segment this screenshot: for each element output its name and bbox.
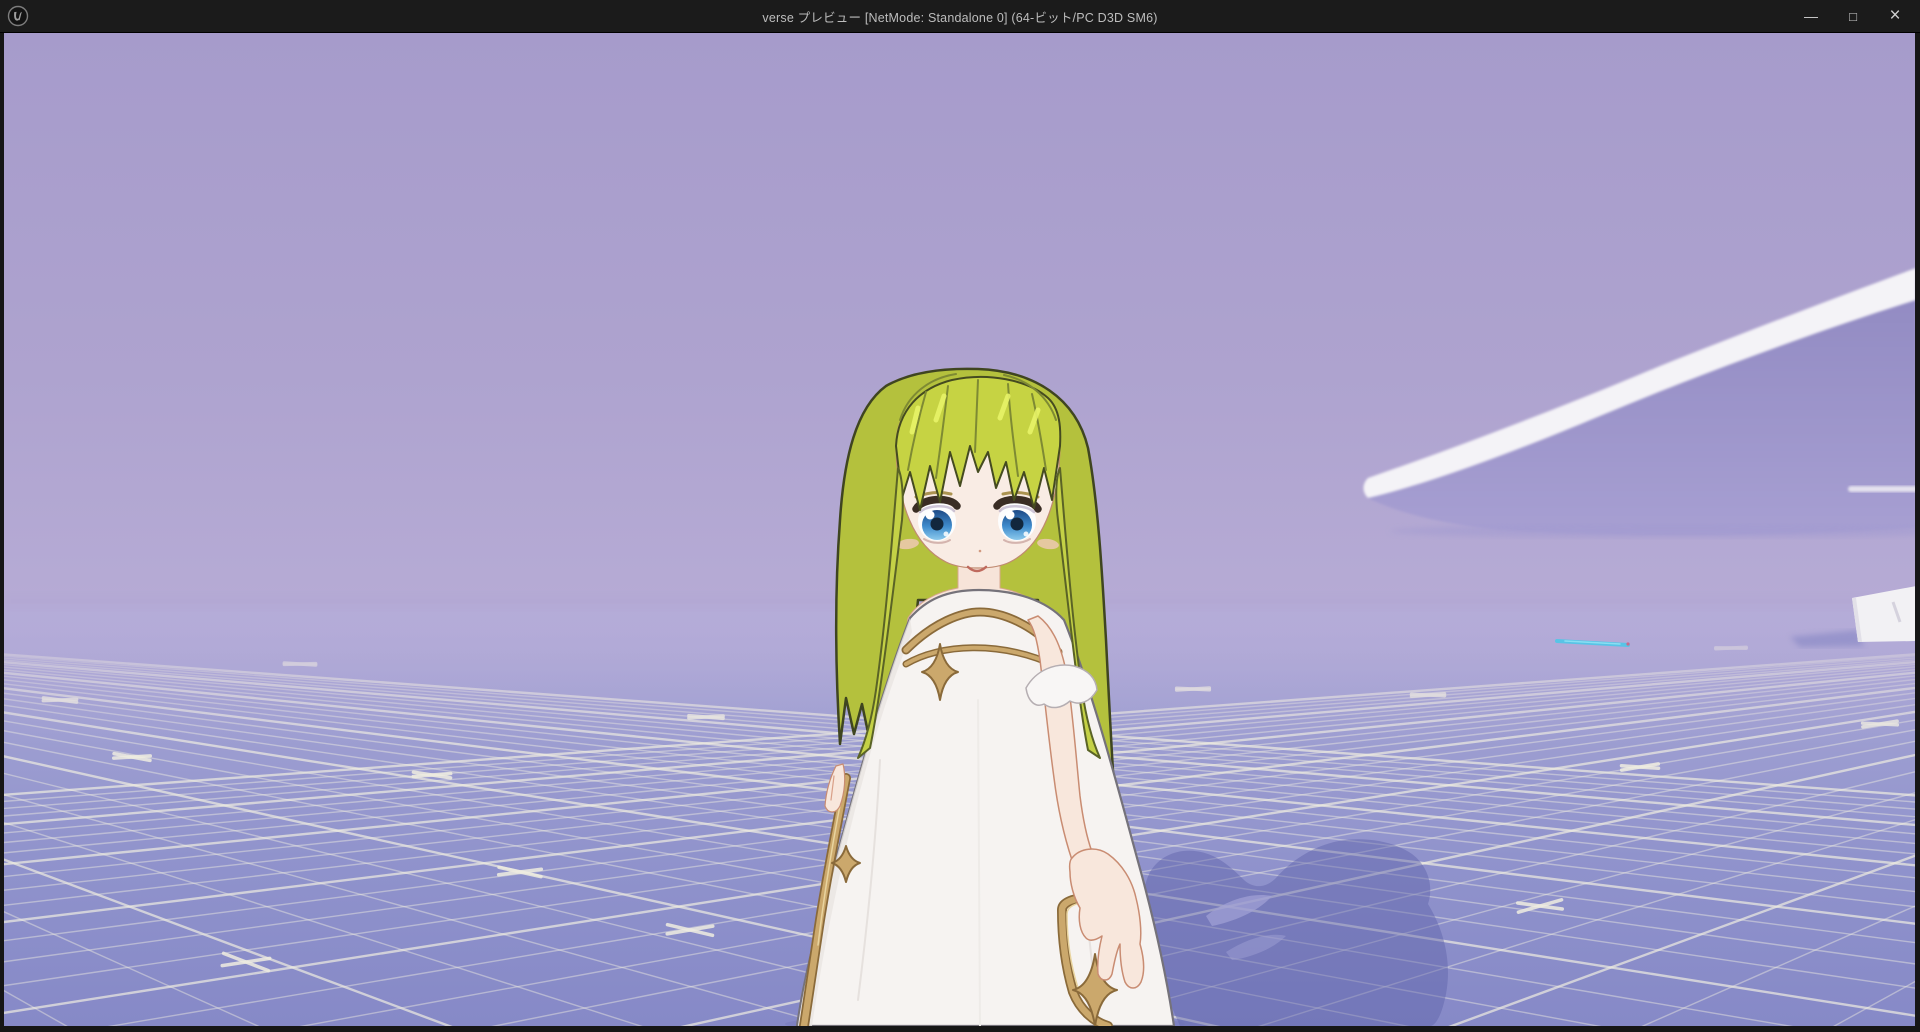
distant-white-edge xyxy=(1848,486,1915,492)
game-viewport[interactable] xyxy=(4,32,1915,1026)
window-controls: — □ × xyxy=(1790,0,1916,32)
maximize-button[interactable]: □ xyxy=(1832,0,1874,32)
window-title: verse プレビュー [NetMode: Standalone 0] (64-… xyxy=(0,7,1920,26)
minimize-button[interactable]: — xyxy=(1790,0,1832,32)
unreal-logo-icon xyxy=(7,5,29,27)
application-window: verse プレビュー [NetMode: Standalone 0] (64-… xyxy=(0,0,1920,1032)
close-button[interactable]: × xyxy=(1874,0,1916,32)
title-bar[interactable]: verse プレビュー [NetMode: Standalone 0] (64-… xyxy=(0,0,1920,33)
